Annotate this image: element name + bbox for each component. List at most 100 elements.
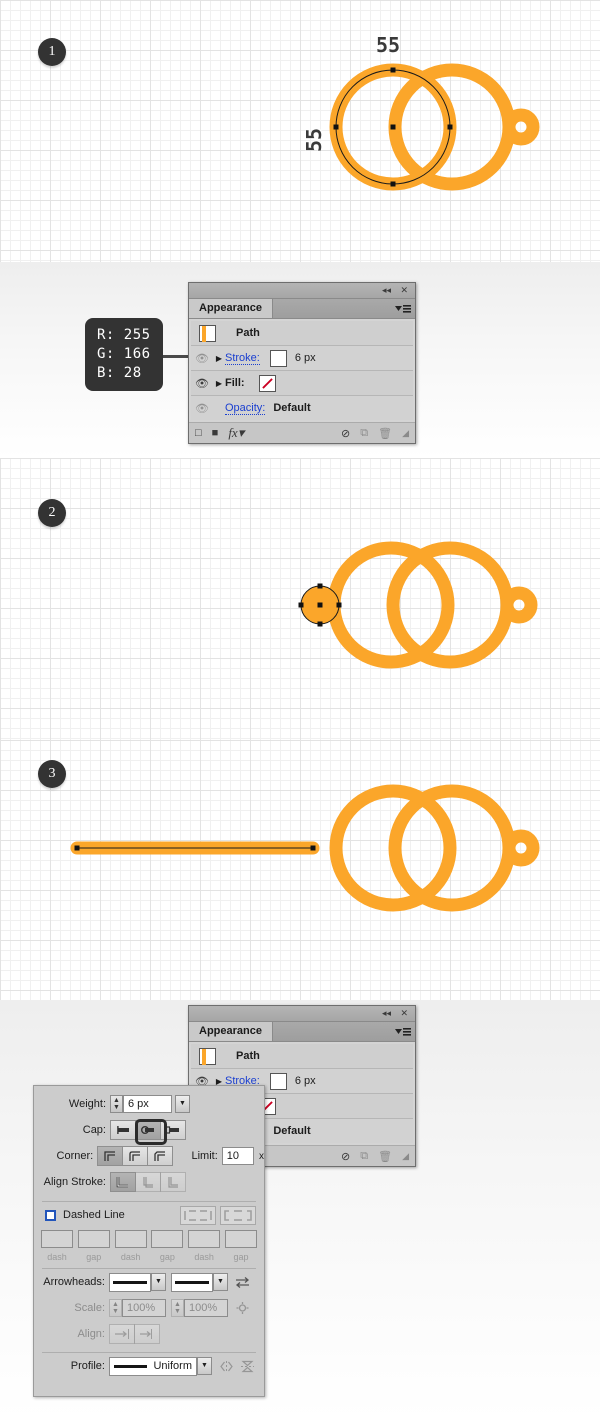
align-button-group[interactable]: [109, 1324, 160, 1344]
place-arrow-at-end-icon[interactable]: [134, 1324, 160, 1344]
appearance-row-path[interactable]: Path: [191, 321, 413, 346]
appearance-row-path[interactable]: Path: [191, 1044, 413, 1069]
small-ring: [500, 586, 538, 624]
gap-field-1[interactable]: [77, 1230, 110, 1248]
small-ring: [502, 108, 540, 146]
stroke-link[interactable]: Stroke:: [225, 352, 260, 365]
arrowhead-end-dropdown-icon[interactable]: ▼: [213, 1273, 228, 1291]
rgb-g-value: G: 166: [97, 346, 151, 362]
align-stroke-button-group[interactable]: [110, 1172, 186, 1192]
profile-select[interactable]: Uniform: [109, 1356, 197, 1376]
step-badge-3: 3: [38, 760, 66, 788]
dash-adjust-corners-icon[interactable]: [220, 1205, 256, 1225]
visibility-eye-icon-stroke[interactable]: 👁: [191, 352, 213, 365]
appearance-row-opacity[interactable]: 👁 Opacity: Default: [191, 396, 413, 420]
path-thumbnail-icon: [199, 324, 216, 342]
cap-row: Cap:: [34, 1117, 264, 1145]
swap-arrowheads-icon[interactable]: [235, 1276, 250, 1289]
bevel-join-icon[interactable]: [147, 1146, 174, 1166]
dash-preserve-exact-icon[interactable]: [180, 1205, 216, 1225]
duplicate-item-icon: ⧉: [360, 426, 369, 439]
duplicate-item-icon: ⧉: [360, 1149, 369, 1162]
resize-grip-icon[interactable]: ◢: [402, 428, 409, 439]
dashed-line-checkbox[interactable]: [45, 1209, 56, 1221]
arrowhead-start-dropdown-icon[interactable]: ▼: [151, 1273, 166, 1291]
align-outside-icon[interactable]: [160, 1172, 186, 1192]
dash-field-3[interactable]: [188, 1230, 221, 1248]
profile-dropdown-icon[interactable]: ▼: [197, 1357, 212, 1375]
limit-unit: x: [259, 1150, 264, 1162]
visibility-eye-icon-opacity[interactable]: 👁: [191, 402, 213, 415]
gap-label-1: gap: [86, 1252, 102, 1262]
panel-section-1: R: 255 G: 166 B: 28 ◂◂ ✕ Appearance Path: [0, 262, 600, 458]
expand-triangle-icon-fill[interactable]: ▶: [213, 379, 225, 388]
scale-start-input[interactable]: 100%: [122, 1299, 166, 1317]
flip-across-icon[interactable]: [240, 1360, 255, 1373]
profile-row: Profile: Uniform ▼: [34, 1353, 264, 1379]
corner-label: Corner:: [56, 1150, 94, 1162]
dash-gap-fields-row: [34, 1228, 264, 1250]
fill-none-swatch[interactable]: [258, 374, 276, 392]
panel-titlebar: ◂◂ ✕: [189, 283, 415, 299]
scale-end-stepper[interactable]: ▲ ▼: [171, 1299, 184, 1317]
stroke-color-swatch[interactable]: [269, 349, 287, 367]
panel-tabrow: Appearance: [189, 299, 415, 319]
limit-input[interactable]: 10: [221, 1147, 254, 1165]
dash-label-2: dash: [120, 1252, 141, 1262]
artwork-step-2: [298, 541, 538, 669]
scale-end-input[interactable]: 100%: [184, 1299, 228, 1317]
appearance-row-stroke[interactable]: 👁 ▶ Stroke: 6 px: [191, 346, 413, 371]
scale-start-stepper[interactable]: ▲ ▼: [109, 1299, 122, 1317]
resize-grip-icon[interactable]: ◢: [402, 1151, 409, 1162]
artwork-step-1: [329, 63, 540, 191]
collapse-icon[interactable]: ◂◂: [382, 285, 391, 296]
add-effect-icon[interactable]: fx▾: [228, 425, 244, 441]
corner-button-group[interactable]: [97, 1146, 174, 1166]
weight-input[interactable]: 6 px: [123, 1095, 172, 1113]
dash-gap-labels-row: dash gap dash gap dash gap: [34, 1250, 264, 1264]
gap-field-3[interactable]: [224, 1230, 257, 1248]
opacity-value: Default: [273, 402, 311, 414]
gap-field-2[interactable]: [151, 1230, 184, 1248]
weight-dropdown-icon[interactable]: ▼: [175, 1095, 190, 1113]
weight-row: Weight: ▲ ▼ 6 px ▼: [34, 1086, 264, 1117]
visibility-eye-icon-fill[interactable]: 👁: [191, 377, 213, 390]
path-thumbnail-icon: [199, 1047, 216, 1065]
align-center-icon[interactable]: [110, 1172, 136, 1192]
cap-button-group[interactable]: [110, 1120, 186, 1140]
tab-appearance[interactable]: Appearance: [189, 299, 273, 318]
close-icon[interactable]: ✕: [400, 285, 408, 296]
collapse-icon[interactable]: ◂◂: [382, 1008, 391, 1019]
appearance-panel-1[interactable]: ◂◂ ✕ Appearance Path 👁 ▶ Stroke: 6 px 👁 …: [188, 282, 416, 444]
round-cap-icon[interactable]: [135, 1120, 161, 1140]
panel-menu-icon[interactable]: [393, 1025, 411, 1038]
panel-menu-icon[interactable]: [393, 302, 411, 315]
butt-cap-icon[interactable]: [110, 1120, 136, 1140]
stroke-panel[interactable]: Weight: ▲ ▼ 6 px ▼ Cap: Corner: Limit: 1…: [33, 1085, 265, 1397]
align-stroke-label: Align Stroke:: [43, 1176, 106, 1188]
expand-triangle-icon-stroke[interactable]: ▶: [213, 354, 225, 363]
clear-appearance-icon[interactable]: ⊘: [341, 427, 350, 440]
dash-field-2[interactable]: [114, 1230, 147, 1248]
stroke-color-swatch[interactable]: [269, 1072, 287, 1090]
opacity-link[interactable]: Opacity:: [225, 402, 266, 415]
flip-along-icon[interactable]: [219, 1360, 234, 1373]
align-inside-icon[interactable]: [135, 1172, 161, 1192]
link-scale-icon[interactable]: [235, 1301, 250, 1315]
weight-stepper[interactable]: ▲ ▼: [110, 1095, 123, 1113]
close-icon[interactable]: ✕: [400, 1008, 408, 1019]
dimension-height-label-1: 55: [302, 127, 326, 152]
add-new-stroke-icon[interactable]: □: [195, 427, 202, 439]
extend-arrow-beyond-end-icon[interactable]: [109, 1324, 135, 1344]
tab-appearance[interactable]: Appearance: [189, 1022, 273, 1041]
add-new-fill-icon[interactable]: ■: [212, 427, 219, 439]
step-badge-2: 2: [38, 499, 66, 527]
round-join-icon[interactable]: [122, 1146, 149, 1166]
clear-appearance-icon[interactable]: ⊘: [341, 1150, 350, 1163]
projecting-cap-icon[interactable]: [160, 1120, 186, 1140]
dash-field-1[interactable]: [41, 1230, 73, 1248]
miter-join-icon[interactable]: [97, 1146, 124, 1166]
arrowhead-start-select[interactable]: [109, 1272, 151, 1292]
appearance-row-fill[interactable]: 👁 ▶ Fill:: [191, 371, 413, 396]
arrowhead-end-select[interactable]: [171, 1272, 213, 1292]
